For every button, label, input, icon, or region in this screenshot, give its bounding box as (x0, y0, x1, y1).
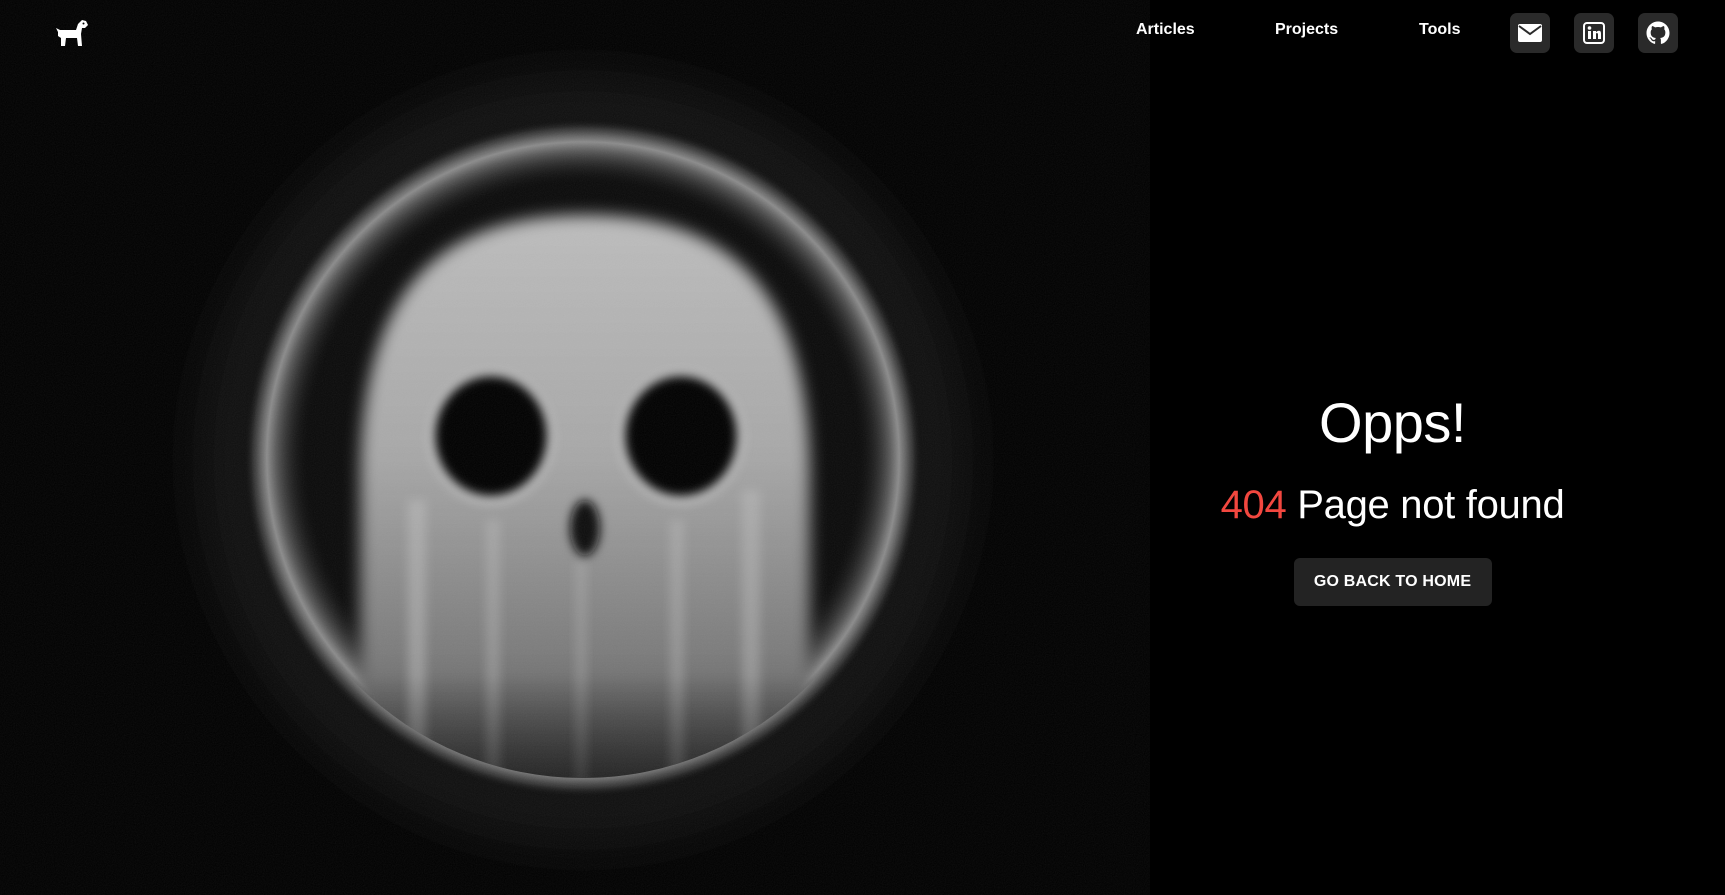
envelope-icon (1518, 24, 1542, 42)
error-title: Opps! (1319, 391, 1466, 454)
nav-tools[interactable]: Tools (1419, 21, 1460, 39)
mail-button[interactable] (1510, 13, 1550, 53)
error-message: Page not found (1297, 483, 1565, 527)
nav-articles[interactable]: Articles (1136, 21, 1195, 39)
github-button[interactable] (1638, 13, 1678, 53)
github-icon (1646, 21, 1670, 44)
error-subtitle: 404 Page not found (1180, 485, 1605, 525)
go-back-home-button[interactable]: GO BACK TO HOME (1293, 558, 1492, 606)
site-header: Articles Projects Tools (0, 0, 1725, 66)
error-content: Opps! 404 Page not found GO BACK TO HOME (1180, 395, 1605, 606)
error-code: 404 (1220, 483, 1287, 527)
dog-icon[interactable] (54, 16, 90, 48)
ghost-illustration (0, 0, 1150, 895)
nav-projects[interactable]: Projects (1275, 21, 1338, 39)
linkedin-icon (1583, 22, 1605, 44)
ghost-image (0, 0, 1150, 895)
not-found-page: Articles Projects Tools Opps! 404 Page n… (0, 0, 1725, 895)
linkedin-button[interactable] (1574, 13, 1614, 53)
